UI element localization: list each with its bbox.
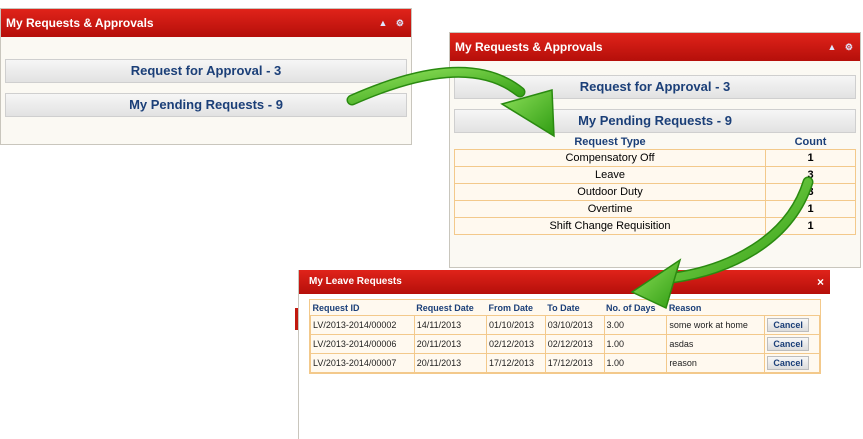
annotation-arrows bbox=[346, 66, 814, 310]
arrow-2 bbox=[630, 176, 814, 310]
arrow-1 bbox=[346, 66, 555, 138]
